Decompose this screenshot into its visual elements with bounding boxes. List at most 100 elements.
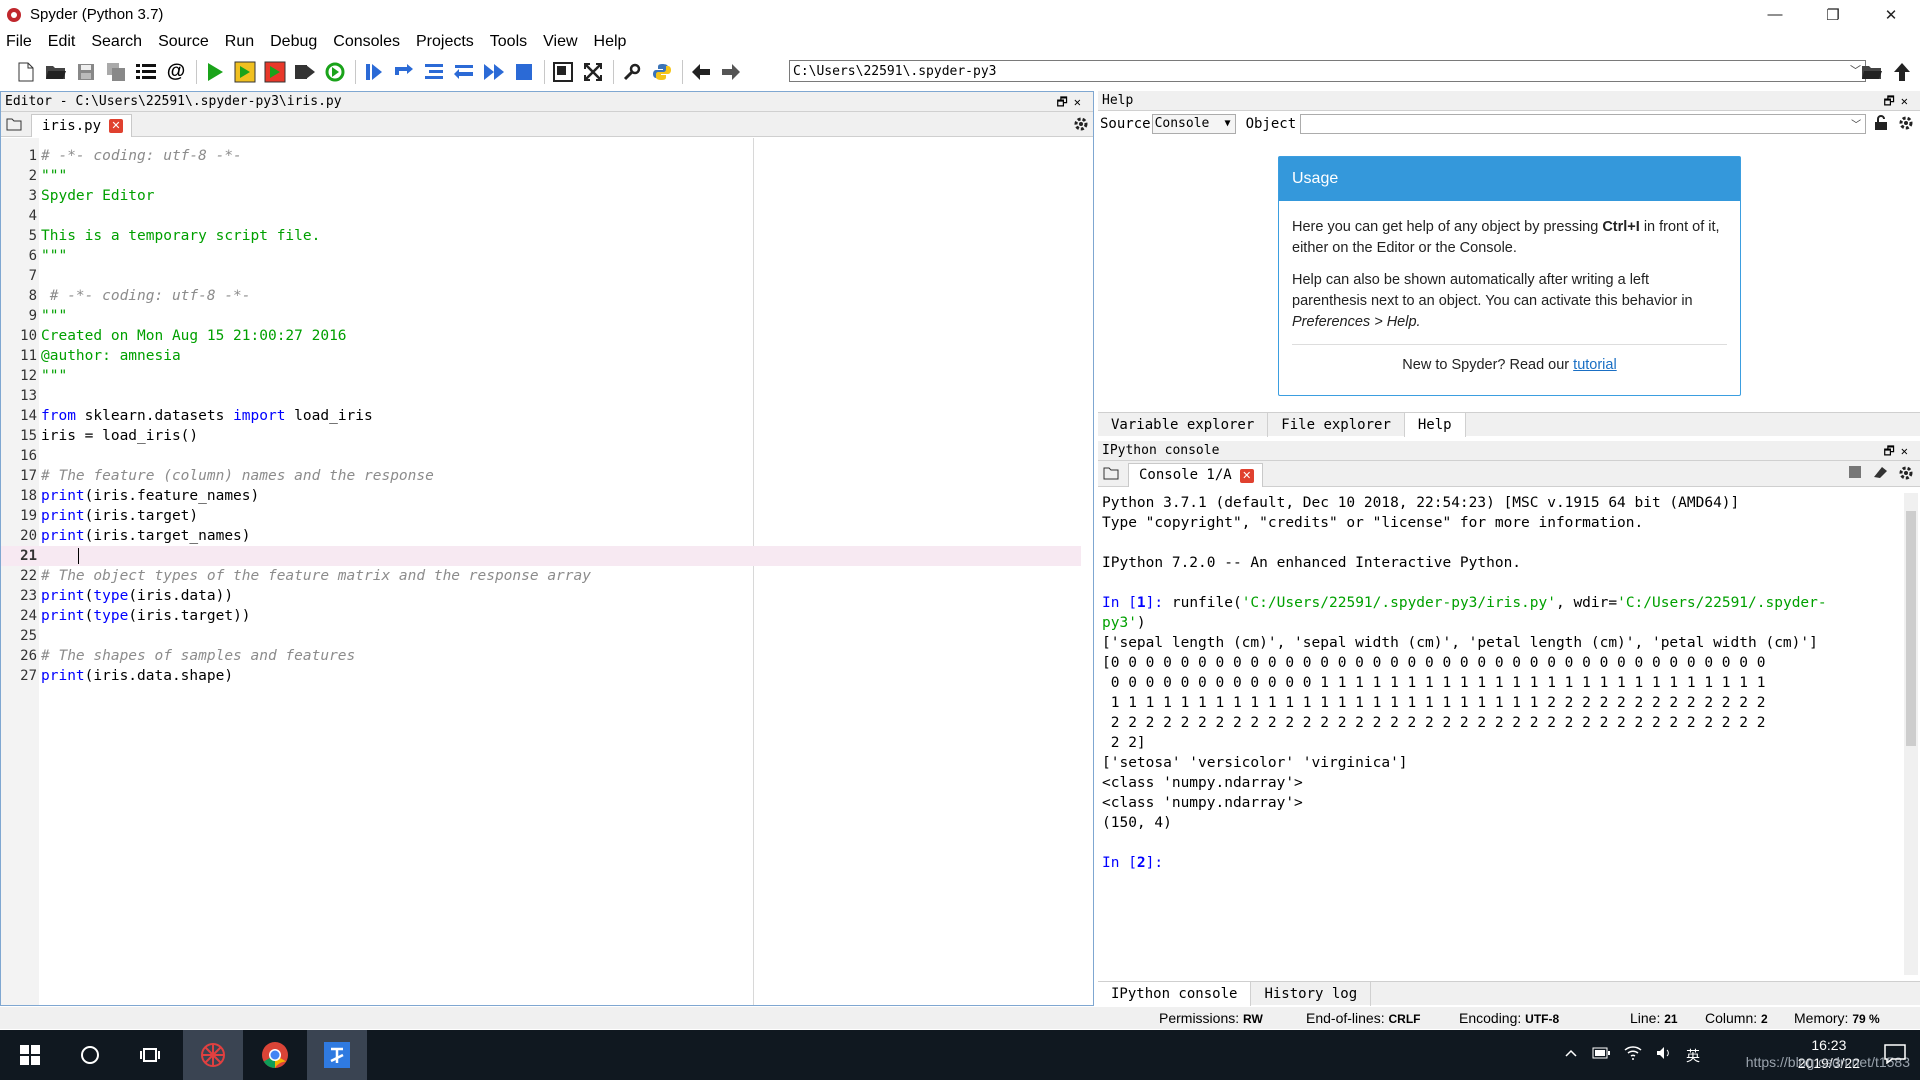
browse-tabs-icon[interactable] <box>6 117 22 136</box>
scrollbar-thumb[interactable] <box>1906 511 1916 746</box>
taskbar-spyder-icon[interactable] <box>183 1030 243 1080</box>
eraser-icon[interactable] <box>1872 465 1888 486</box>
wrench-icon[interactable] <box>620 60 644 84</box>
menu-file[interactable]: File <box>6 33 32 51</box>
chevron-down-icon[interactable]: ﹀ <box>1851 116 1861 131</box>
code-editor[interactable]: 1 # -*- coding: utf-8 -*- 2 """ 3 Spyder Edit… <box>1 138 1093 1005</box>
main-toolbar: @ C:\Users\22591\.spyder-py3 ﹀ <box>0 55 1920 89</box>
step-into-icon[interactable] <box>422 60 446 84</box>
open-file-icon[interactable] <box>44 60 68 84</box>
new-file-icon[interactable] <box>14 60 38 84</box>
taskbar-app-icon[interactable] <box>307 1030 367 1080</box>
console-output[interactable]: Python 3.7.1 (default, Dec 10 2018, 22:5… <box>1102 493 1902 873</box>
menu-edit[interactable]: Edit <box>48 33 76 51</box>
menu-projects[interactable]: Projects <box>416 33 474 51</box>
pane-controls[interactable]: 🗗✕ <box>1057 92 1088 112</box>
stop-debug-icon[interactable] <box>512 60 536 84</box>
continue-icon[interactable] <box>482 60 506 84</box>
menu-consoles[interactable]: Consoles <box>333 33 400 51</box>
code-text: """ <box>41 368 68 384</box>
step-return-icon[interactable] <box>452 60 476 84</box>
wifi-icon[interactable] <box>1624 1046 1642 1066</box>
menu-view[interactable]: View <box>543 33 577 51</box>
console-scrollbar[interactable] <box>1904 493 1918 975</box>
object-input[interactable]: ﹀ <box>1300 114 1867 134</box>
editor-pane-title: Editor - C:\Users\22591\.spyder-py3\iris… <box>1 92 1093 112</box>
usage-paragraph-1: Here you can get help of any object by p… <box>1292 219 1720 256</box>
menu-run[interactable]: Run <box>225 33 254 51</box>
windows-start-icon[interactable] <box>0 1030 60 1080</box>
status-line: Line: 21 <box>1630 1010 1678 1026</box>
run-icon[interactable] <box>203 60 227 84</box>
save-file-icon[interactable] <box>74 60 98 84</box>
tab-help[interactable]: Help <box>1404 413 1466 437</box>
chevron-up-icon[interactable] <box>1564 1046 1578 1066</box>
run-cell-advance-icon[interactable] <box>263 60 287 84</box>
tab-history-log[interactable]: History log <box>1251 982 1372 1006</box>
ime-icon[interactable]: 英 <box>1686 1046 1700 1066</box>
tab-ipython-console[interactable]: IPython console <box>1098 982 1252 1006</box>
pane-controls[interactable]: 🗗✕ <box>1884 91 1915 111</box>
tab-variable-explorer[interactable]: Variable explorer <box>1098 413 1269 437</box>
run-selection-icon[interactable] <box>293 60 317 84</box>
at-icon[interactable]: @ <box>164 60 188 84</box>
fullscreen-icon[interactable] <box>581 60 605 84</box>
maximize-pane-icon[interactable] <box>551 60 575 84</box>
tab-console-1a[interactable]: Console 1/A ✕ <box>1128 463 1263 487</box>
rerun-icon[interactable] <box>323 60 347 84</box>
source-select[interactable]: Console ▼ <box>1151 114 1236 134</box>
volume-icon[interactable] <box>1656 1046 1672 1066</box>
chevron-down-icon[interactable]: ▼ <box>1225 115 1231 133</box>
line-number: 11 <box>20 348 37 364</box>
code-line: 3 Spyder Editor <box>1 186 1081 206</box>
gear-icon[interactable] <box>1898 465 1914 486</box>
tab-file-explorer[interactable]: File explorer <box>1268 413 1405 437</box>
parent-directory-icon[interactable] <box>1890 60 1914 84</box>
back-arrow-icon[interactable] <box>689 60 713 84</box>
code-text: print(iris.target_names) <box>41 528 251 544</box>
forward-arrow-icon[interactable] <box>719 60 743 84</box>
search-icon[interactable] <box>60 1030 120 1080</box>
browse-directory-icon[interactable] <box>1860 60 1884 84</box>
browse-tabs-icon[interactable] <box>1103 466 1119 485</box>
battery-icon[interactable] <box>1592 1046 1610 1066</box>
notification-icon[interactable] <box>1884 1044 1906 1069</box>
tab-iris-py[interactable]: iris.py ✕ <box>31 114 133 137</box>
working-directory-input[interactable]: C:\Users\22591\.spyder-py3 ﹀ <box>789 60 1866 82</box>
code-line: 27 print(iris.data.shape) <box>1 666 1081 686</box>
menu-help[interactable]: Help <box>594 33 627 51</box>
tutorial-link[interactable]: tutorial <box>1573 357 1617 373</box>
line-number: 5 <box>28 228 37 244</box>
tab-label: Console 1/A <box>1139 467 1232 483</box>
debug-icon[interactable] <box>362 60 386 84</box>
python-path-icon[interactable] <box>650 60 674 84</box>
minimize-button[interactable]: — <box>1746 0 1804 29</box>
usage-paragraph-2: Help can also be shown automatically aft… <box>1292 272 1693 330</box>
code-text: # -*- coding: utf-8 -*- <box>41 148 242 164</box>
maximize-button[interactable]: ❐ <box>1804 0 1862 29</box>
close-button[interactable]: ✕ <box>1862 0 1920 29</box>
close-tab-icon[interactable]: ✕ <box>1239 468 1254 483</box>
run-cell-icon[interactable] <box>233 60 257 84</box>
gear-icon[interactable] <box>1898 115 1914 135</box>
help-area-tabs: Variable explorer File explorer Help <box>1098 412 1920 437</box>
list-icon[interactable] <box>134 60 158 84</box>
stop-icon[interactable] <box>1848 465 1862 486</box>
menu-tools[interactable]: Tools <box>490 33 527 51</box>
menu-search[interactable]: Search <box>91 33 142 51</box>
code-line: 26 # The shapes of samples and features <box>1 646 1081 666</box>
pane-controls[interactable]: 🗗✕ <box>1884 441 1915 461</box>
step-icon[interactable] <box>392 60 416 84</box>
save-all-icon[interactable] <box>104 60 128 84</box>
line-number: 10 <box>20 328 37 344</box>
lock-icon[interactable] <box>1874 115 1888 135</box>
menu-debug[interactable]: Debug <box>270 33 317 51</box>
menu-source[interactable]: Source <box>158 33 209 51</box>
status-memory: Memory: 79 % <box>1794 1010 1880 1026</box>
gear-icon[interactable] <box>1073 116 1089 137</box>
code-line: 10 Created on Mon Aug 15 21:00:27 2016 <box>1 326 1081 346</box>
taskbar-chrome-icon[interactable] <box>245 1030 305 1080</box>
close-tab-icon[interactable]: ✕ <box>109 119 124 133</box>
task-view-icon[interactable] <box>120 1030 180 1080</box>
code-line: 25 <box>1 626 1081 646</box>
